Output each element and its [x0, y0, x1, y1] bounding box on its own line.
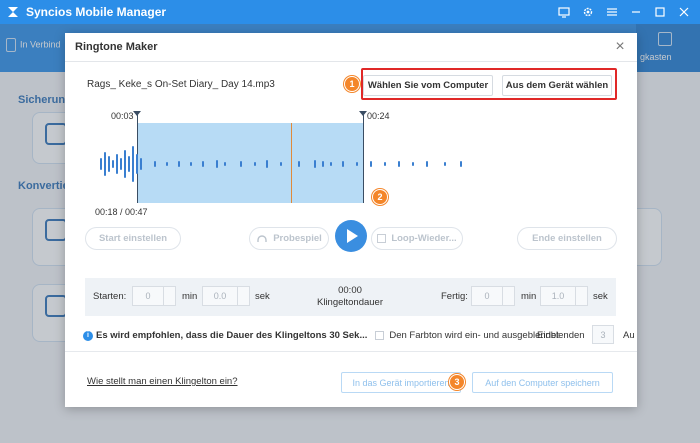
info-icon: i [83, 330, 93, 341]
start-min-input[interactable]: 0 [132, 286, 164, 306]
minimize-icon[interactable] [630, 6, 642, 18]
end-sec-stepper[interactable] [576, 286, 588, 306]
file-name: Rags_ Keke_s On-Set Diary_ Day 14.mp3 [87, 79, 275, 90]
dialog-title: Ringtone Maker [65, 33, 637, 62]
ringtone-maker-dialog: Ringtone Maker × Rags_ Keke_s On-Set Dia… [65, 33, 637, 407]
fade-out-label: Au [623, 330, 635, 341]
play-icon [347, 229, 358, 243]
loop-toggle[interactable]: Loop-Wieder... [371, 227, 463, 250]
recommendation-text: Es wird empfohlen, dass die Dauer des Kl… [96, 330, 368, 341]
fade-in-input[interactable]: 3 [592, 325, 614, 344]
end-sec-input[interactable]: 1.0 [540, 286, 576, 306]
set-end-button[interactable]: Ende einstellen [517, 227, 617, 250]
close-icon[interactable] [678, 6, 690, 18]
play-button[interactable] [335, 220, 367, 252]
preview-button[interactable]: Probespiel [249, 227, 329, 250]
headphones-icon [257, 234, 267, 242]
timing-panel: Starten: 0 min 0.0 sek 00:00 Klingeltond… [85, 278, 616, 316]
start-label: Starten: [93, 291, 127, 302]
step-badge-2: 2 [372, 189, 388, 205]
step-badge-3: 3 [449, 374, 465, 390]
ringtone-duration: 00:00 Klingeltondauer [316, 285, 384, 308]
end-label: Fertig: [441, 291, 468, 302]
choose-from-device-button[interactable]: Aus dem Gerät wählen [502, 75, 612, 96]
waveform-editor[interactable]: 00:03 00:24 00:18 / 00:47 [95, 111, 585, 231]
save-to-computer-button[interactable]: Auf den Computer speichern [472, 372, 613, 393]
start-sec-input[interactable]: 0.0 [202, 286, 238, 306]
end-min-stepper[interactable] [503, 286, 515, 306]
playback-position: 00:18 / 00:47 [95, 207, 148, 217]
fade-toggle[interactable]: Den Farbton wird ein- und ausgeblendet [375, 330, 559, 341]
monitor-icon[interactable] [558, 6, 570, 18]
fade-in-label: Einblenden [537, 330, 585, 341]
step-badge-1: 1 [344, 76, 360, 92]
fade-checkbox[interactable] [375, 331, 385, 340]
menu-icon[interactable] [606, 6, 618, 18]
recommendation-row: i Es wird empfohlen, dass die Dauer des … [83, 325, 635, 344]
loop-checkbox[interactable] [377, 234, 387, 243]
dialog-close-icon[interactable]: × [613, 39, 627, 55]
set-start-button[interactable]: Start einstellen [85, 227, 181, 250]
app-titlebar: Syncios Mobile Manager [0, 0, 700, 24]
app-title: Syncios Mobile Manager [26, 5, 167, 19]
waveform [100, 146, 462, 182]
maximize-icon[interactable] [654, 6, 666, 18]
gear-icon[interactable] [582, 6, 594, 18]
selection-start-time: 00:03 [111, 111, 134, 121]
start-sec-stepper[interactable] [238, 286, 250, 306]
choose-from-computer-button[interactable]: Wählen Sie vom Computer [363, 75, 493, 96]
howto-link[interactable]: Wie stellt man einen Klingelton ein? [87, 376, 238, 387]
start-min-stepper[interactable] [164, 286, 176, 306]
footer-divider [65, 351, 637, 352]
end-min-input[interactable]: 0 [471, 286, 503, 306]
selection-end-time: 00:24 [367, 111, 390, 121]
import-to-device-button[interactable]: In das Gerät importieren [341, 372, 461, 393]
syncios-logo-icon [8, 7, 18, 17]
